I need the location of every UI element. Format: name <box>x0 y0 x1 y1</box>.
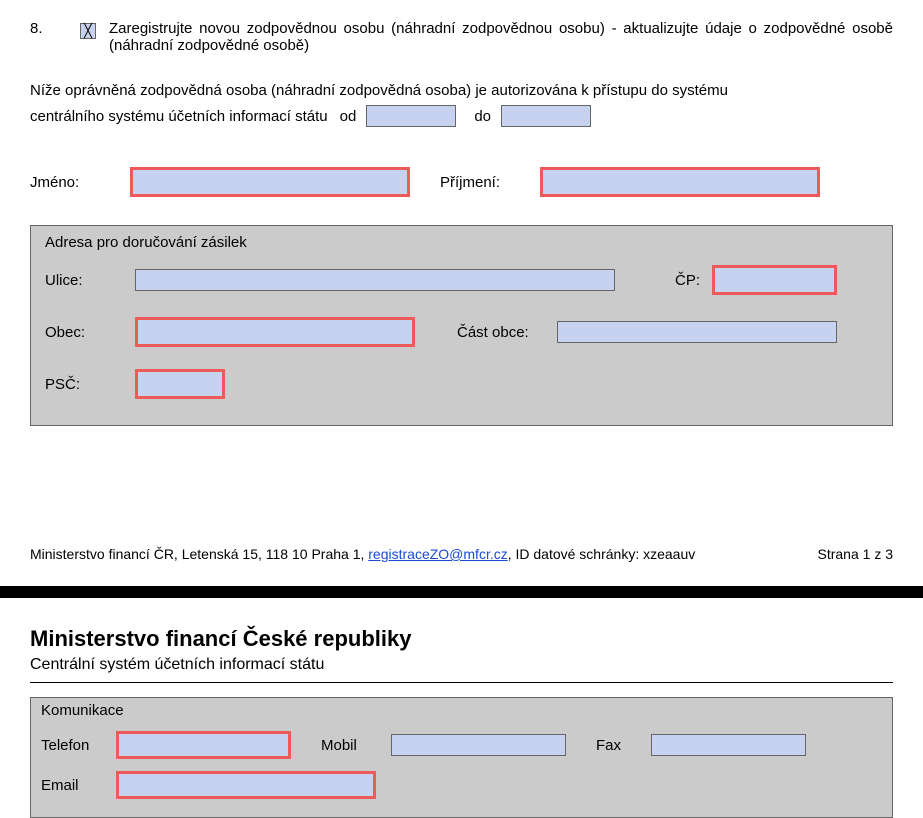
page2-title: Ministerstvo financí České republiky <box>30 626 893 652</box>
item-8-text: Zaregistrujte novou zodpovědnou osobu (n… <box>109 20 893 54</box>
od-input[interactable] <box>366 105 456 127</box>
cast-obce-input[interactable] <box>557 321 837 343</box>
authorization-line1: Níže oprávněná zodpovědná osoba (náhradn… <box>30 82 893 99</box>
mobil-input[interactable] <box>391 734 566 756</box>
do-label: do <box>474 108 491 125</box>
cp-input[interactable] <box>712 265 837 295</box>
footer-email-link[interactable]: registraceZO@mfcr.cz <box>368 546 507 562</box>
communications-box: Komunikace Telefon Mobil Fax Email <box>30 697 893 818</box>
page-footer: Ministerstvo financí ČR, Letenská 15, 11… <box>30 546 893 562</box>
telefon-label: Telefon <box>41 737 116 754</box>
cast-obce-label: Část obce: <box>457 324 557 341</box>
last-name-label: Příjmení: <box>440 174 540 191</box>
fax-label: Fax <box>596 737 651 754</box>
email-input[interactable] <box>116 771 376 799</box>
od-label: od <box>340 108 357 125</box>
authorization-line2-prefix: centrálního systému účetních informací s… <box>30 108 328 125</box>
psc-label: PSČ: <box>45 376 135 393</box>
address-legend: Adresa pro doručování zásilek <box>45 234 878 251</box>
footer-prefix: Ministerstvo financí ČR, Letenská 15, 11… <box>30 546 368 562</box>
page2-hr <box>30 682 893 683</box>
address-box: Adresa pro doručování zásilek Ulice: ČP:… <box>30 225 893 426</box>
first-name-input[interactable] <box>130 167 410 197</box>
footer-suffix: , ID datové schránky: xzeaauv <box>508 546 696 562</box>
page-divider <box>0 586 923 598</box>
do-input[interactable] <box>501 105 591 127</box>
item-8: 8. ╳ Zaregistrujte novou zodpovědnou oso… <box>30 20 893 54</box>
authorization-text: Níže oprávněná zodpovědná osoba (náhradn… <box>30 82 893 127</box>
last-name-input[interactable] <box>540 167 820 197</box>
mobil-label: Mobil <box>321 737 391 754</box>
communications-legend: Komunikace <box>41 702 882 719</box>
psc-input[interactable] <box>135 369 225 399</box>
telefon-input[interactable] <box>116 731 291 759</box>
page-number: Strana 1 z 3 <box>818 546 894 562</box>
obec-label: Obec: <box>45 324 135 341</box>
email-label: Email <box>41 777 116 794</box>
page2-subtitle: Centrální systém účetních informací stát… <box>30 656 893 674</box>
first-name-label: Jméno: <box>30 174 130 191</box>
fax-input[interactable] <box>651 734 806 756</box>
item-8-checkbox[interactable]: ╳ <box>80 23 96 39</box>
cp-label: ČP: <box>645 272 712 289</box>
obec-input[interactable] <box>135 317 415 347</box>
ulice-label: Ulice: <box>45 272 135 289</box>
item-8-number: 8. <box>30 20 80 37</box>
ulice-input[interactable] <box>135 269 615 291</box>
